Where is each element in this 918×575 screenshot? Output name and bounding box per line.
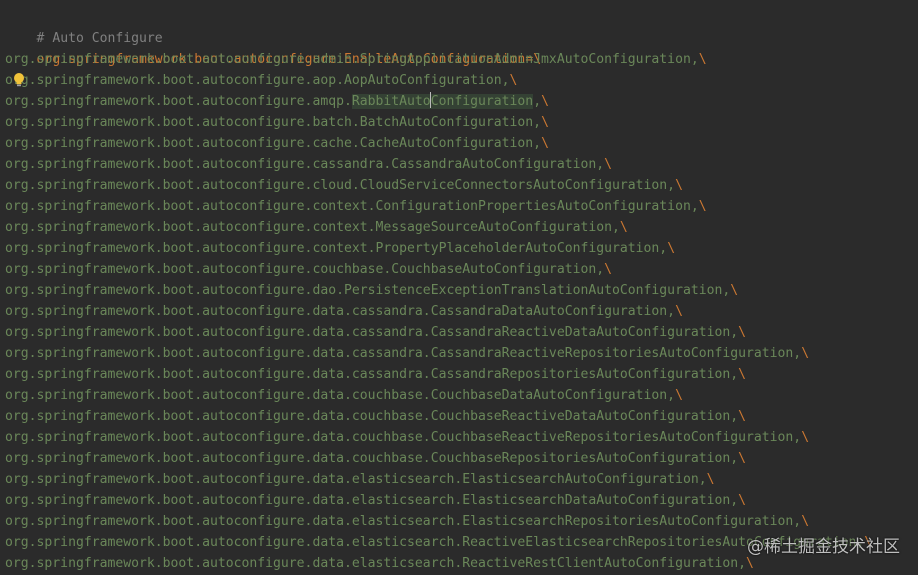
line-continuation: \ bbox=[698, 199, 707, 214]
property-value-line: org.springframework.boot.autoconfigure.c… bbox=[0, 217, 918, 238]
property-value: org.springframework.boot.autoconfigure.c… bbox=[5, 178, 676, 193]
line-continuation: \ bbox=[604, 157, 613, 172]
property-value-line: org.springframework.boot.autoconfigure.c… bbox=[0, 154, 918, 175]
line-continuation: \ bbox=[509, 73, 518, 88]
property-value: org.springframework.boot.autoconfigure.a… bbox=[5, 94, 352, 109]
property-value: org.springframework.boot.autoconfigure.d… bbox=[5, 514, 802, 529]
property-value-line: org.springframework.boot.autoconfigure.d… bbox=[0, 427, 918, 448]
property-value-line: org.springframework.boot.autoconfigure.c… bbox=[0, 259, 918, 280]
property-value-line: org.springframework.boot.autoconfigure.d… bbox=[0, 385, 918, 406]
property-value: org.springframework.boot.autoconfigure.a… bbox=[5, 73, 510, 88]
property-value: org.springframework.boot.autoconfigure.d… bbox=[5, 304, 676, 319]
property-value: org.springframework.boot.autoconfigure.c… bbox=[5, 157, 605, 172]
line-continuation: \ bbox=[619, 220, 628, 235]
value-suffix: , bbox=[533, 94, 542, 109]
property-value: org.springframework.boot.autoconfigure.d… bbox=[5, 556, 747, 571]
property-value-line: org.springframework.boot.autoconfigure.d… bbox=[0, 322, 918, 343]
line-continuation: \ bbox=[541, 94, 549, 109]
line-continuation: \ bbox=[667, 241, 676, 256]
property-value: org.springframework.boot.autoconfigure.a… bbox=[5, 52, 699, 67]
property-value: org.springframework.boot.autoconfigure.d… bbox=[5, 388, 676, 403]
property-value: org.springframework.boot.autoconfigure.d… bbox=[5, 472, 707, 487]
line-continuation: \ bbox=[801, 346, 810, 361]
line-continuation: \ bbox=[738, 451, 747, 466]
property-value: org.springframework.boot.autoconfigure.b… bbox=[5, 115, 542, 130]
property-value-line: org.springframework.boot.autoconfigure.a… bbox=[0, 49, 918, 70]
property-value: org.springframework.boot.autoconfigure.d… bbox=[5, 493, 739, 508]
property-value-line: org.springframework.boot.autoconfigure.d… bbox=[0, 364, 918, 385]
property-value: org.springframework.boot.autoconfigure.d… bbox=[5, 325, 739, 340]
property-value-line: org.springframework.boot.autoconfigure.d… bbox=[0, 343, 918, 364]
line-continuation: \ bbox=[541, 115, 549, 130]
line-continuation: \ bbox=[738, 493, 747, 508]
property-value: org.springframework.boot.autoconfigure.c… bbox=[5, 136, 542, 151]
comment-line: # Auto Configure bbox=[0, 7, 918, 46]
line-continuation: \ bbox=[746, 556, 754, 571]
line-continuation: \ bbox=[541, 136, 549, 151]
line-continuation: \ bbox=[738, 367, 747, 382]
property-value: org.springframework.boot.autoconfigure.c… bbox=[5, 199, 699, 214]
line-continuation: \ bbox=[730, 283, 739, 298]
property-value-line: org.springframework.boot.autoconfigure.c… bbox=[0, 175, 918, 196]
line-continuation: \ bbox=[738, 409, 747, 424]
property-value: org.springframework.boot.autoconfigure.c… bbox=[5, 220, 620, 235]
code-editor[interactable]: # Auto Configure org.springframework.boo… bbox=[0, 0, 918, 575]
property-value: org.springframework.boot.autoconfigure.d… bbox=[5, 409, 739, 424]
property-value-line: org.springframework.boot.autoconfigure.d… bbox=[0, 280, 918, 301]
property-value: org.springframework.boot.autoconfigure.d… bbox=[5, 346, 802, 361]
line-continuation: \ bbox=[738, 325, 747, 340]
highlighted-word[interactable]: RabbitAutoConfiguration bbox=[351, 92, 534, 109]
property-value-line: org.springframework.boot.autoconfigure.b… bbox=[0, 112, 918, 133]
line-continuation: \ bbox=[675, 304, 683, 319]
property-value: org.springframework.boot.autoconfigure.d… bbox=[5, 430, 802, 445]
property-value: org.springframework.boot.autoconfigure.c… bbox=[5, 262, 605, 277]
property-value-line: org.springframework.boot.autoconfigure.d… bbox=[0, 406, 918, 427]
word-after-caret: Configuration bbox=[430, 94, 534, 109]
word-before-caret: RabbitAuto bbox=[351, 94, 431, 109]
line-continuation: \ bbox=[706, 472, 715, 487]
property-value: org.springframework.boot.autoconfigure.d… bbox=[5, 367, 739, 382]
property-value: org.springframework.boot.autoconfigure.d… bbox=[5, 535, 865, 550]
property-value-line: org.springframework.boot.autoconfigure.d… bbox=[0, 448, 918, 469]
line-continuation: \ bbox=[675, 178, 683, 193]
property-value-line: org.springframework.boot.autoconfigure.d… bbox=[0, 511, 918, 532]
property-value-line: org.springframework.boot.autoconfigure.c… bbox=[0, 196, 918, 217]
property-value: org.springframework.boot.autoconfigure.c… bbox=[5, 241, 668, 256]
property-value-line: org.springframework.boot.autoconfigure.c… bbox=[0, 238, 918, 259]
property-value: org.springframework.boot.autoconfigure.d… bbox=[5, 283, 731, 298]
line-continuation: \ bbox=[604, 262, 613, 277]
property-value-line: org.springframework.boot.autoconfigure.c… bbox=[0, 133, 918, 154]
lightbulb-icon[interactable] bbox=[12, 72, 26, 88]
property-value-line: org.springframework.boot.autoconfigure.d… bbox=[0, 301, 918, 322]
line-continuation: \ bbox=[698, 52, 707, 67]
property-value-line: org.springframework.boot.autoconfigure.a… bbox=[0, 91, 918, 112]
line-continuation: \ bbox=[801, 514, 810, 529]
property-key-line: org.springframework.boot.autoconfigure.E… bbox=[0, 28, 918, 67]
line-continuation: \ bbox=[801, 430, 810, 445]
property-value: org.springframework.boot.autoconfigure.d… bbox=[5, 451, 739, 466]
watermark: @稀土掘金技术社区 bbox=[747, 537, 900, 557]
line-continuation: \ bbox=[675, 388, 683, 403]
property-value-line: org.springframework.boot.autoconfigure.a… bbox=[0, 70, 918, 91]
property-value-line: org.springframework.boot.autoconfigure.d… bbox=[0, 490, 918, 511]
property-value-line: org.springframework.boot.autoconfigure.d… bbox=[0, 469, 918, 490]
